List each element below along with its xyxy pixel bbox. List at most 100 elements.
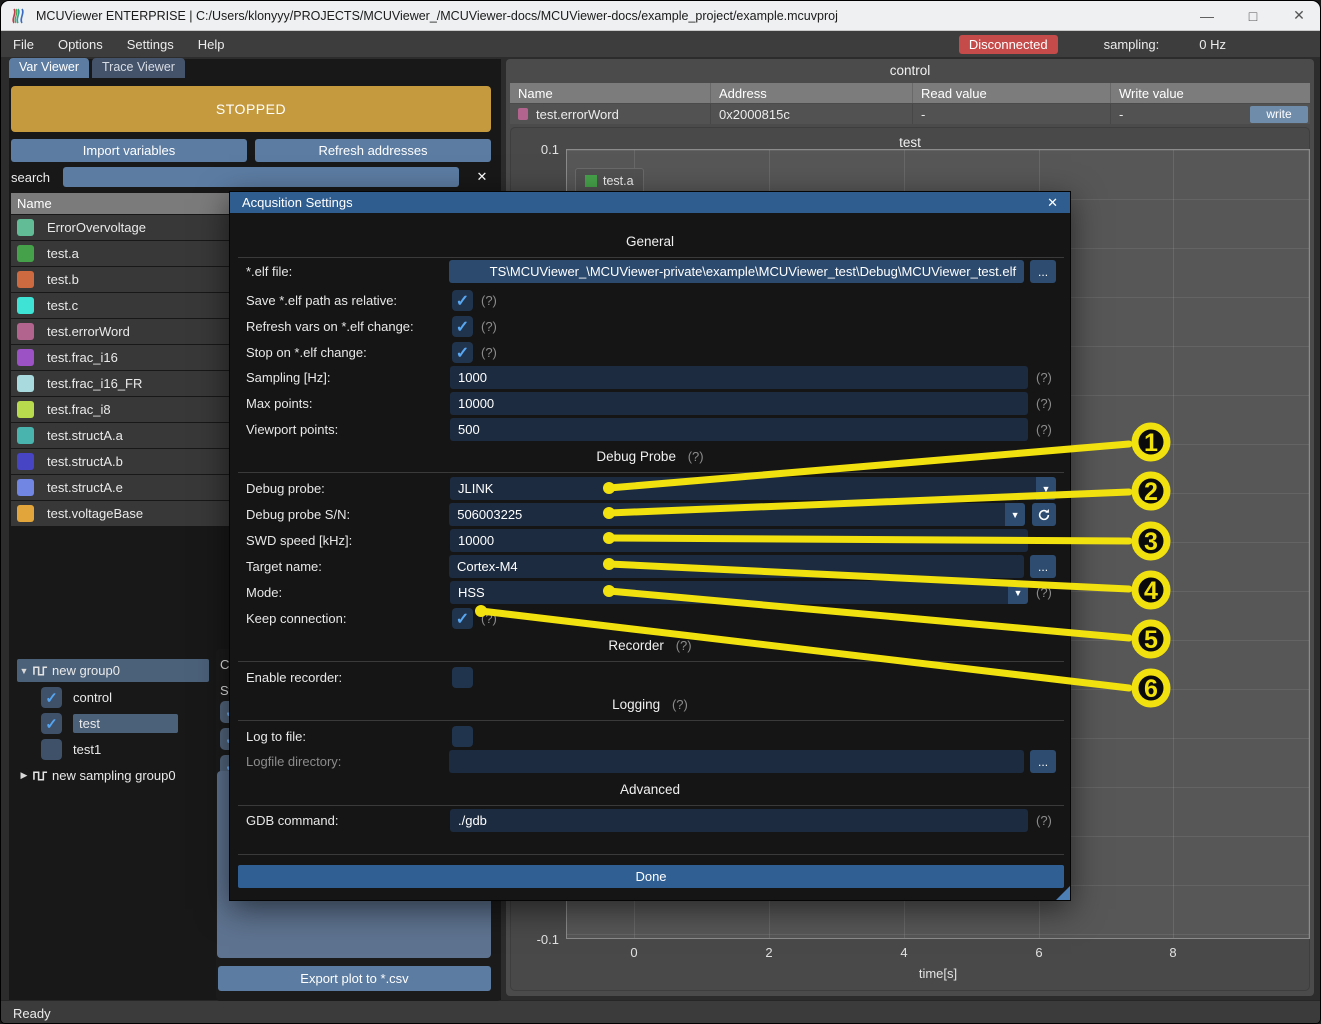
col-write-value[interactable]: Write value [1110, 83, 1310, 103]
control-section-title: control [506, 63, 1314, 78]
sampling-input[interactable]: 1000 [450, 366, 1028, 389]
test-checkbox[interactable] [41, 713, 62, 734]
menu-help[interactable]: Help [186, 31, 237, 57]
refresh-vars-checkbox[interactable] [452, 316, 473, 337]
dialog-title: Acqusition Settings [242, 195, 353, 210]
export-csv-button[interactable]: Export plot to *.csv [218, 966, 491, 991]
sampling-value: 0 Hz [1199, 37, 1226, 52]
gdb-command-row: GDB command: ./gdb (?) [246, 809, 1056, 832]
probe-sn-refresh-button[interactable] [1032, 503, 1056, 526]
help-icon: (?) [1036, 813, 1052, 828]
tree-item-test1[interactable]: test1 [41, 738, 209, 761]
minimize-icon[interactable]: — [1184, 1, 1230, 30]
variable-name: test.structA.b [47, 454, 123, 469]
logfile-browse-button[interactable]: ... [1030, 750, 1056, 773]
test1-checkbox[interactable] [41, 739, 62, 760]
mode-row: Mode: HSS (?) [246, 581, 1056, 604]
variable-color-swatch[interactable] [17, 453, 34, 470]
debug-probe-dropdown-icon[interactable] [1036, 477, 1056, 500]
target-browse-button[interactable]: ... [1030, 555, 1056, 578]
tab-trace-viewer[interactable]: Trace Viewer [92, 58, 185, 78]
elf-browse-button[interactable]: ... [1030, 260, 1056, 283]
section-debug-probe-label: Debug Probe [596, 449, 676, 464]
log-to-file-checkbox[interactable] [452, 726, 473, 747]
row-read-value: - [912, 104, 1110, 124]
chevron-right-icon[interactable]: ▶ [17, 770, 31, 781]
x-tick: 2 [765, 945, 772, 960]
probe-sn-dropdown-icon[interactable] [1005, 503, 1025, 526]
save-relative-row: Save *.elf path as relative: (?) [246, 289, 1056, 312]
logfile-dir-row: Logfile directory: ... [246, 750, 1056, 773]
menu-bar: File Options Settings Help Disconnected … [1, 31, 1321, 57]
menu-options[interactable]: Options [46, 31, 115, 57]
close-icon[interactable]: ✕ [1276, 1, 1321, 30]
variable-color-swatch[interactable] [17, 505, 34, 522]
gdb-command-input[interactable]: ./gdb [450, 809, 1028, 832]
variable-color-swatch[interactable] [17, 271, 34, 288]
probe-sn-select[interactable]: 506003225 [449, 503, 1005, 526]
keep-connection-label: Keep connection: [246, 611, 450, 626]
maximize-icon[interactable]: □ [1230, 1, 1276, 30]
debug-probe-select[interactable]: JLINK [450, 477, 1036, 500]
max-points-input[interactable]: 10000 [450, 392, 1028, 415]
resize-grip[interactable] [1056, 886, 1070, 900]
tree-item-label: test [73, 714, 178, 733]
x-tick: 4 [900, 945, 907, 960]
variable-name: test.b [47, 272, 79, 287]
refresh-addresses-button[interactable]: Refresh addresses [255, 139, 491, 162]
import-variables-button[interactable]: Import variables [11, 139, 247, 162]
table-row[interactable]: test.errorWord 0x2000815c - - write [510, 104, 1310, 124]
col-name[interactable]: Name [510, 83, 710, 103]
keep-connection-checkbox[interactable] [452, 608, 473, 629]
tree-group-new-sampling-group0[interactable]: ▶ new sampling group0 [17, 764, 237, 787]
variable-color-swatch[interactable] [17, 375, 34, 392]
menu-file[interactable]: File [1, 31, 46, 57]
legend-label: test.a [603, 174, 634, 188]
variable-color-swatch[interactable] [17, 297, 34, 314]
write-button[interactable]: write [1250, 106, 1308, 123]
tree-item-test[interactable]: test [41, 712, 209, 735]
target-name-input[interactable]: Cortex-M4 [449, 555, 1024, 578]
chevron-down-icon[interactable]: ▼ [17, 666, 31, 676]
variable-color-swatch[interactable] [17, 427, 34, 444]
row-address: 0x2000815c [710, 104, 912, 124]
refresh-vars-row: Refresh vars on *.elf change: (?) [246, 315, 1056, 338]
variable-color-swatch[interactable] [17, 479, 34, 496]
mode-select[interactable]: HSS [450, 581, 1008, 604]
mode-dropdown-icon[interactable] [1008, 581, 1028, 604]
dialog-close-icon[interactable]: ✕ [1047, 195, 1058, 211]
stop-on-change-checkbox[interactable] [452, 342, 473, 363]
done-button[interactable]: Done [238, 865, 1064, 888]
target-name-row: Target name: Cortex-M4 ... [246, 555, 1056, 578]
variable-color-swatch[interactable] [17, 245, 34, 262]
swd-speed-input[interactable]: 10000 [450, 529, 1028, 552]
variable-name: ErrorOvervoltage [47, 220, 146, 235]
tree-group-new-group0[interactable]: ▼ new group0 [17, 659, 209, 682]
variable-color-swatch[interactable] [17, 349, 34, 366]
variable-color-swatch[interactable] [17, 323, 34, 340]
control-table-header: Name Address Read value Write value [510, 83, 1310, 103]
tab-var-viewer[interactable]: Var Viewer [9, 58, 89, 78]
row-write-value: - [1119, 107, 1123, 122]
menu-settings[interactable]: Settings [115, 31, 186, 57]
control-checkbox[interactable] [41, 687, 62, 708]
help-icon: (?) [481, 611, 497, 626]
dialog-title-bar[interactable]: Acqusition Settings ✕ [230, 192, 1070, 213]
elf-file-input[interactable]: TS\MCUViewer_\MCUViewer-private\example\… [449, 260, 1024, 283]
search-input[interactable] [63, 167, 459, 187]
app-window: MCUViewer ENTERPRISE | C:/Users/klonyyy/… [0, 0, 1321, 1024]
stopped-button[interactable]: STOPPED [11, 86, 491, 132]
variable-color-swatch[interactable] [17, 219, 34, 236]
logfile-dir-input[interactable] [449, 750, 1024, 773]
save-relative-checkbox[interactable] [452, 290, 473, 311]
control-table: Name Address Read value Write value test… [510, 83, 1310, 124]
viewport-points-input[interactable]: 500 [450, 418, 1028, 441]
tree-item-control[interactable]: control [41, 686, 209, 709]
variable-name: test.frac_i16_FR [47, 376, 142, 391]
enable-recorder-checkbox[interactable] [452, 667, 473, 688]
col-address[interactable]: Address [710, 83, 912, 103]
variable-color-swatch[interactable] [17, 401, 34, 418]
clear-search-icon[interactable]: ✕ [473, 167, 491, 187]
col-read-value[interactable]: Read value [912, 83, 1110, 103]
title-bar: MCUViewer ENTERPRISE | C:/Users/klonyyy/… [1, 1, 1321, 31]
